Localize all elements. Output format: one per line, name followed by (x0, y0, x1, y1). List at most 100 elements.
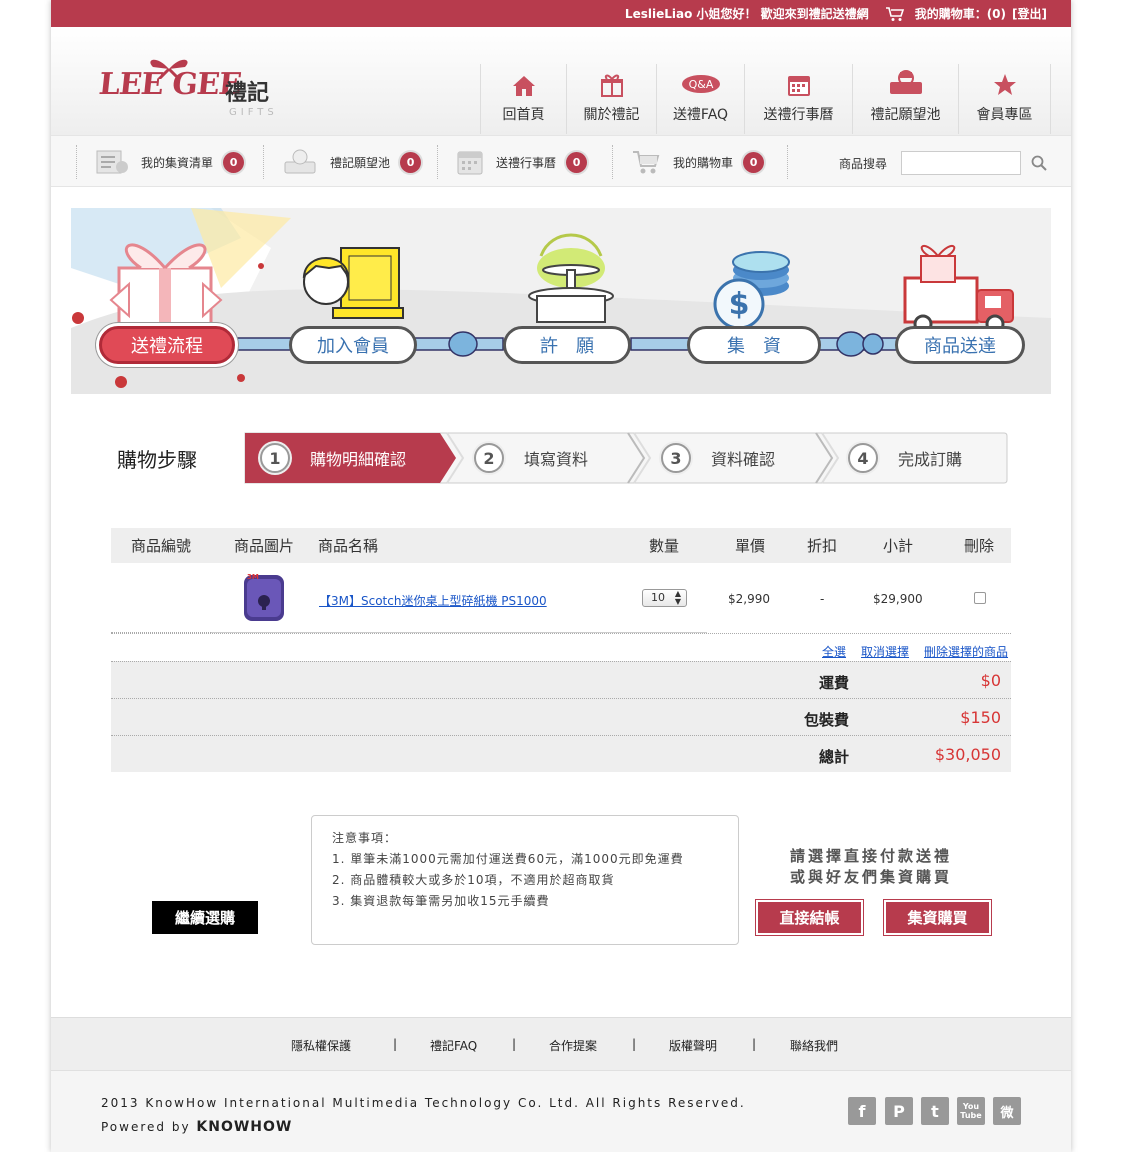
powered-by-label: Powered by (101, 1120, 191, 1134)
nav-home[interactable]: 回首頁 (481, 64, 567, 134)
greeting-text: LeslieLiao 小姐您好！ 歡迎來到禮記送禮網 (624, 7, 869, 21)
footer-link-privacy[interactable]: 隱私權保護 (291, 1037, 351, 1054)
quantity-select[interactable]: 10 ▲ ▼ (642, 589, 687, 607)
footer-link-partnership[interactable]: 合作提案 (549, 1037, 597, 1054)
step-number: 1 (260, 443, 290, 473)
banner-step-label: 加入會員 (317, 336, 389, 357)
delete-checkbox[interactable] (974, 592, 986, 604)
payment-prompt-line: 請選擇直接付款送禮 (789, 847, 952, 865)
logo-gifts: GIFTS (229, 107, 278, 118)
toolbar-calendar[interactable]: 送禮行事曆 0 (437, 145, 613, 179)
banner-step-fundraise[interactable]: 集 資 (687, 326, 821, 364)
step-1: 1 購物明細確認 (260, 432, 406, 484)
shipping-label: 運費 (819, 674, 850, 692)
col-delete: 刪除 (964, 537, 995, 555)
group-purchase-button[interactable]: 集資購買 (884, 900, 991, 935)
footer-separator: | (752, 1037, 757, 1051)
star-icon (993, 74, 1016, 95)
table-row: 3M 【3M】Scotch迷你桌上型碎紙機 PS1000 10 ▲ ▼ $2,99… (111, 563, 1011, 633)
subtotal: $29,900 (873, 592, 923, 606)
deselect-link[interactable]: 取消選擇 (861, 643, 909, 660)
select-all-link[interactable]: 全選 (822, 643, 846, 660)
facebook-icon[interactable]: f (848, 1097, 876, 1125)
continue-shopping-button[interactable]: 繼續選購 (152, 901, 258, 934)
calendar-icon (457, 151, 483, 175)
site-logo[interactable]: LEE GEE 禮記 GIFTS (97, 59, 289, 129)
toolbar-label: 禮記願望池 (330, 155, 391, 170)
search-icon[interactable] (1031, 155, 1047, 171)
nav-faq[interactable]: Q&A 送禮FAQ (657, 64, 745, 134)
nav-about[interactable]: 關於禮記 (567, 64, 657, 134)
footer-separator: | (632, 1037, 637, 1051)
twitter-icon[interactable]: t (921, 1097, 949, 1125)
copyright-text: 2013 KnowHow International Multimedia Te… (101, 1096, 746, 1110)
footer-link-faq[interactable]: 禮記FAQ (430, 1037, 477, 1054)
powered-by: Powered by KNOWHOW (101, 1119, 292, 1135)
delete-selected-link[interactable]: 刪除選擇的商品 (924, 643, 1008, 660)
nav-member[interactable]: 會員專區 (959, 64, 1051, 134)
fundraise-list-icon (96, 150, 128, 174)
col-id: 商品編號 (131, 537, 192, 555)
cart-link[interactable]: 我的購物車：(0) (915, 5, 1006, 22)
footer-separator: | (512, 1037, 517, 1051)
stepper-arrows-icon: ▲ ▼ (674, 589, 681, 606)
product-name-link[interactable]: 【3M】Scotch迷你桌上型碎紙機 PS1000 (319, 592, 547, 609)
shipping-row: 運費 $0 (111, 661, 1011, 698)
step-label: 資料確認 (711, 450, 776, 469)
knowhow-logo[interactable]: KNOWHOW (196, 1119, 292, 1135)
weibo-icon[interactable]: 微 (993, 1097, 1021, 1125)
step-3: 3 資料確認 (661, 432, 775, 484)
footer-bottom: 2013 KnowHow International Multimedia Te… (51, 1070, 1071, 1152)
total-row: 總計 $30,050 (111, 735, 1011, 772)
shipping-value: $0 (980, 671, 1001, 690)
cart-table: 商品編號 商品圖片 商品名稱 數量 單價 折扣 小計 刪除 3M 【3M】Sco… (111, 528, 1011, 772)
banner-step-label: 集 資 (727, 336, 781, 357)
wishpool-icon (889, 70, 922, 94)
page: LeslieLiao 小姐您好！ 歡迎來到禮記送禮網 我的購物車：(0) [登出… (51, 0, 1071, 1152)
notice-item: 2. 商品體積較大或多於10項，不適用於超商取貨 (332, 873, 615, 887)
purchase-steps: 1 購物明細確認 2 填寫資料 3 資料確認 4 完成訂購 (244, 432, 1008, 484)
footer-link-contact[interactable]: 聯絡我們 (790, 1037, 838, 1054)
svg-text:$: $ (729, 287, 750, 322)
product-image[interactable]: 3M (243, 571, 285, 625)
footer-separator: | (393, 1037, 398, 1051)
plurk-icon[interactable]: P (885, 1097, 913, 1125)
selection-actions: 全選 取消選擇 刪除選擇的商品 (111, 633, 1011, 661)
banner-step-wish[interactable]: 許 願 (503, 326, 631, 364)
col-qty: 數量 (649, 537, 680, 555)
packaging-row: 包裝費 $150 (111, 698, 1011, 735)
step-2: 2 填寫資料 (474, 432, 588, 484)
count-badge: 0 (566, 151, 588, 173)
search-input[interactable] (901, 151, 1022, 175)
toolbar-label: 我的購物車 (673, 155, 734, 170)
nav-calendar[interactable]: 送禮行事曆 (745, 64, 853, 134)
search-label: 商品搜尋 (839, 156, 888, 171)
youtube-icon[interactable]: You Tube (957, 1097, 985, 1125)
direct-checkout-button[interactable]: 直接結帳 (756, 900, 863, 935)
logout-link[interactable]: [登出] (1012, 5, 1047, 22)
footer-link-copyright[interactable]: 版權聲明 (669, 1037, 717, 1054)
gift-icon (600, 74, 623, 97)
step-label: 完成訂購 (898, 450, 963, 469)
notice-title: 注意事項： (332, 831, 398, 845)
unit-price: $2,990 (728, 592, 770, 606)
toolbar-cart[interactable]: 我的購物車 0 (612, 145, 788, 179)
cart-icon[interactable] (885, 6, 905, 22)
banner-step-delivery[interactable]: 商品送達 (895, 326, 1025, 364)
toolbar-label: 送禮行事曆 (496, 155, 557, 170)
discount: - (820, 592, 825, 606)
calendar-icon (787, 76, 810, 96)
footer-links: 隱私權保護 | 禮記FAQ | 合作提案 | 版權聲明 | 聯絡我們 (51, 1017, 1071, 1070)
banner-step-label: 送禮流程 (131, 336, 203, 357)
wish-icon (284, 149, 316, 174)
logo-text: LEE GEE (97, 67, 243, 102)
quantity-value: 10 (651, 591, 665, 604)
nav-wishpool[interactable]: 禮記願望池 (853, 64, 959, 134)
toolbar-wishpool[interactable]: 禮記願望池 0 (263, 145, 438, 179)
table-header: 商品編號 商品圖片 商品名稱 數量 單價 折扣 小計 刪除 (111, 528, 1011, 563)
user-toolbar: 我的集資清單 0 禮記願望池 0 送禮行事曆 0 我的購物車 0 商品搜尋 (51, 135, 1071, 187)
col-price: 單價 (735, 537, 766, 555)
toolbar-fundraise-list[interactable]: 我的集資清單 0 (76, 145, 264, 179)
banner-step-flow: 送禮流程 (99, 326, 235, 364)
banner-step-join[interactable]: 加入會員 (289, 326, 417, 364)
